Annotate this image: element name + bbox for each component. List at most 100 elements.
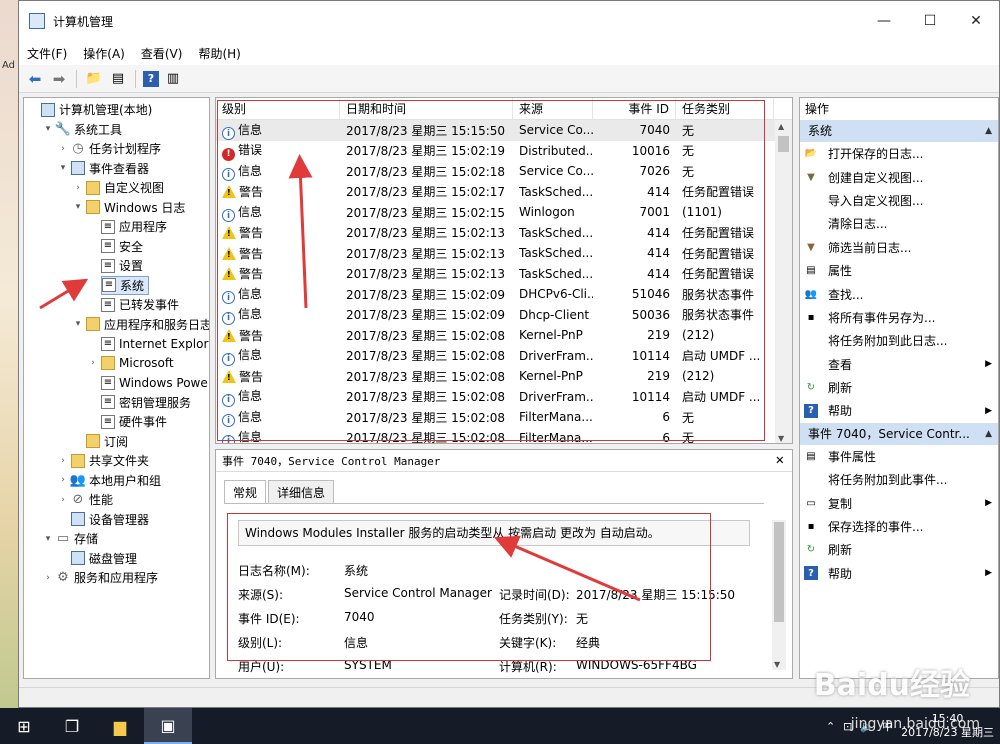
find-icon: 👥	[804, 288, 818, 300]
show-hide-tree-icon[interactable]: ▤	[108, 69, 128, 89]
actions-section-system[interactable]: 系统 ▲	[800, 120, 998, 142]
event-list-scrollbar[interactable]: ▲ ▼	[775, 120, 792, 443]
desktop-icon-label: Ad	[2, 60, 16, 71]
close-icon[interactable]: ✕	[776, 452, 784, 468]
tree-node[interactable]: ▾ Windows 日志	[73, 198, 185, 217]
tree-node[interactable]: 计算机管理(本地)	[28, 100, 152, 119]
tree-node[interactable]: › 共享文件夹	[58, 451, 149, 470]
computer-management-taskbar-icon[interactable]: ▣	[144, 708, 192, 744]
action-item[interactable]: ▤ 事件属性	[800, 445, 998, 468]
detail-scrollbar[interactable]: ▼	[772, 520, 786, 670]
tree-node[interactable]: ▾ ▭ 存储	[43, 529, 98, 548]
start-button[interactable]: ⊞	[0, 708, 48, 744]
tree-node[interactable]: › 👥 本地用户和组	[58, 471, 161, 490]
tree-node[interactable]: ≡ 应用程序	[88, 217, 167, 236]
tree-node[interactable]: › 自定义视图	[73, 178, 164, 197]
menu-file[interactable]: 文件(F)	[27, 45, 67, 62]
expand-toggle-icon[interactable]: ›	[58, 456, 68, 466]
tree-node[interactable]: ▾ 应用程序和服务日志	[73, 315, 209, 334]
show-action-pane-icon[interactable]: ▥	[163, 69, 183, 89]
tree-node[interactable]: ≡ 已转发事件	[88, 295, 179, 314]
file-explorer-icon[interactable]: ▆	[96, 708, 144, 744]
action-item[interactable]: ↻ 刷新	[800, 538, 998, 561]
action-item[interactable]: ? 帮助 ▶	[800, 399, 998, 422]
back-arrow-icon[interactable]: ⬅	[25, 69, 45, 89]
expand-toggle-icon[interactable]: ›	[73, 183, 83, 193]
tab-details[interactable]: 详细信息	[268, 480, 335, 504]
expand-toggle-icon[interactable]: ›	[58, 475, 68, 485]
action-item[interactable]: ▪ 保存选择的事件...	[800, 515, 998, 538]
tab-general[interactable]: 常规	[224, 480, 267, 503]
tree-node-label: Windows Powe	[119, 375, 208, 390]
tree-node[interactable]: › ⊘ 性能	[58, 490, 113, 509]
menu-help[interactable]: 帮助(H)	[198, 45, 240, 62]
navigation-tree: 计算机管理(本地) ▾ 🔧 系统工具 › ◷ 任务计划程序 ▾ 事件查看器 › 自定义视图 ▾ Wind…	[23, 97, 210, 679]
action-label: 帮助	[828, 404, 853, 419]
expand-toggle-icon[interactable]: ▾	[58, 163, 68, 173]
task-view-icon[interactable]: ❐	[48, 708, 96, 744]
collapse-icon[interactable]: ▲	[985, 423, 992, 445]
action-label: 将任务附加到此事件...	[828, 473, 948, 488]
tree-node[interactable]: ≡ 密钥管理服务	[88, 393, 191, 412]
action-item[interactable]: 查看 ▶	[800, 353, 998, 376]
action-item[interactable]: ▪ 将所有事件另存为...	[800, 306, 998, 329]
tree-node[interactable]: ≡ 硬件事件	[88, 412, 167, 431]
action-item[interactable]: ▼ 创建自定义视图...	[800, 165, 998, 188]
expand-toggle-icon[interactable]: ▾	[43, 124, 53, 134]
actions-header: 操作	[800, 98, 998, 120]
tree-node[interactable]: ≡ 系统	[88, 275, 150, 295]
action-item[interactable]: 将任务附加到此日志...	[800, 329, 998, 352]
expand-toggle-icon[interactable]: ▾	[43, 534, 53, 544]
action-item[interactable]: 导入自定义视图...	[800, 189, 998, 212]
action-item[interactable]: ▭ 复制 ▶	[800, 491, 998, 514]
tree-node[interactable]: ▾ 🔧 系统工具	[43, 120, 122, 139]
tray-chevron-icon[interactable]: ⌃	[826, 720, 835, 733]
action-item[interactable]: 📂 打开保存的日志...	[800, 142, 998, 165]
tree-node[interactable]: ≡ Internet Explor	[88, 334, 208, 353]
expand-toggle-icon[interactable]: ▾	[73, 202, 83, 212]
action-item[interactable]: 清除日志...	[800, 212, 998, 235]
action-item[interactable]: ↻ 刷新	[800, 376, 998, 399]
shared-folder-icon	[71, 453, 85, 468]
tree-node[interactable]: ≡ 设置	[88, 256, 143, 275]
action-item[interactable]: 将任务附加到此事件...	[800, 468, 998, 491]
expand-toggle-icon[interactable]: ›	[58, 144, 68, 154]
device-manager-icon	[71, 512, 85, 526]
expand-toggle-icon[interactable]: ▾	[73, 319, 83, 329]
expand-toggle-icon[interactable]: ›	[88, 358, 98, 368]
action-item[interactable]: 👥 查找...	[800, 282, 998, 305]
close-button[interactable]: ✕	[953, 1, 999, 41]
actions-section-event[interactable]: 事件 7040，Service Contr... ▲	[800, 422, 998, 445]
maximize-button[interactable]: ☐	[907, 1, 953, 41]
window-title: 计算机管理	[53, 14, 114, 29]
tree-node-label: 订阅	[104, 434, 129, 449]
expand-toggle-icon[interactable]: ›	[43, 573, 53, 583]
minimize-button[interactable]: —	[861, 1, 907, 41]
tree-node[interactable]: ▾ 事件查看器	[58, 159, 149, 178]
forward-arrow-icon[interactable]: ➡	[49, 69, 69, 89]
menu-view[interactable]: 查看(V)	[141, 45, 183, 62]
tree-node[interactable]: › ◷ 任务计划程序	[58, 139, 161, 158]
tree-node[interactable]: 磁盘管理	[58, 549, 137, 568]
tree-node-label: 性能	[89, 493, 114, 507]
tree-node[interactable]: › Microsoft	[88, 354, 174, 373]
action-item[interactable]: ? 帮助 ▶	[800, 562, 998, 585]
filter-icon: ▼	[807, 171, 815, 183]
tree-node[interactable]: 设备管理器	[58, 510, 149, 529]
action-item[interactable]: ▤ 属性	[800, 259, 998, 282]
action-item[interactable]: ▼ 筛选当前日志...	[800, 236, 998, 259]
app-icon	[29, 13, 45, 29]
action-label: 创建自定义视图...	[828, 170, 924, 185]
title-bar[interactable]: 计算机管理 — ☐ ✕	[19, 1, 999, 41]
help-icon[interactable]: ?	[143, 70, 159, 87]
up-folder-icon[interactable]: 📁	[84, 69, 104, 89]
tree-node[interactable]: ≡ 安全	[88, 237, 143, 256]
tree-node[interactable]: 订阅	[73, 432, 128, 451]
annotation-box-list	[217, 100, 765, 441]
tree-node[interactable]: ≡ Windows Powe	[88, 373, 208, 392]
collapse-icon[interactable]: ▲	[985, 120, 992, 142]
action-label: 将所有事件另存为...	[828, 310, 936, 325]
tree-node[interactable]: › ⚙ 服务和应用程序	[43, 568, 158, 587]
expand-toggle-icon[interactable]: ›	[58, 495, 68, 505]
menu-action[interactable]: 操作(A)	[83, 45, 125, 62]
